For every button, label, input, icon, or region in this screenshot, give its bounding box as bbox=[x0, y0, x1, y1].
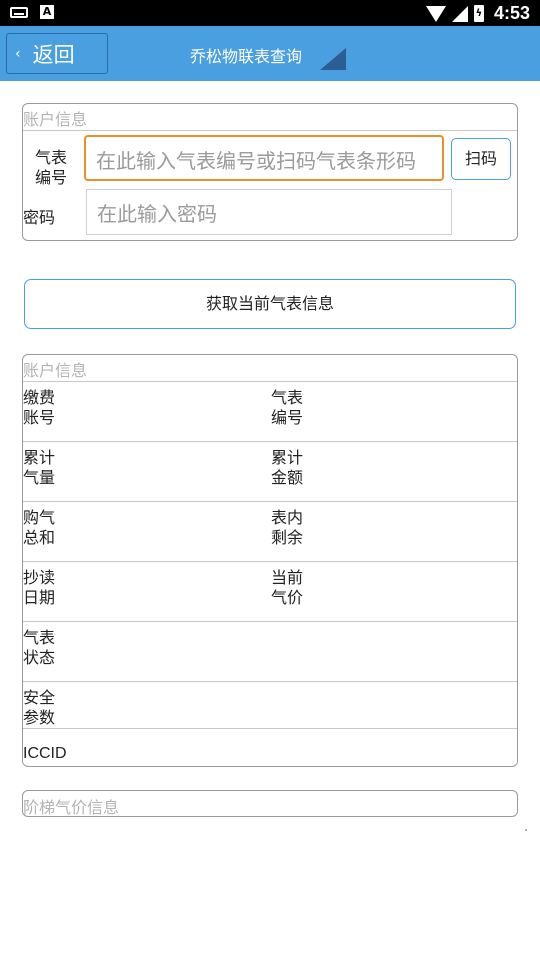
chevron-left-icon: ‹ bbox=[15, 45, 21, 62]
account-info-panel: 账户信息 缴费 账号 气表 编号 累计 气量 累计 金额 购气 总和 表内 剩余 抄读 日期 … bbox=[22, 354, 518, 767]
legend-divider bbox=[23, 130, 517, 131]
meter-status-label: 气表 状态 bbox=[23, 628, 56, 667]
page-title: 乔松物联表查询 bbox=[190, 47, 303, 66]
status-bar: A ϟ 4:53 bbox=[0, 0, 540, 26]
info-row-account-meter: 缴费 账号 气表 编号 bbox=[23, 381, 517, 441]
info-row-purchase: 购气 总和 表内 剩余 bbox=[23, 501, 517, 561]
keyboard-icon bbox=[10, 6, 28, 18]
total-purchase-label: 购气 总和 bbox=[23, 508, 56, 547]
dropdown-corner-icon[interactable] bbox=[320, 48, 346, 70]
password-label: 密码 bbox=[23, 208, 56, 227]
back-button[interactable]: ‹ 返回 bbox=[6, 33, 108, 74]
account-info-legend: 账户信息 bbox=[23, 361, 88, 380]
cumulative-amount-label: 累计 金额 bbox=[271, 448, 304, 487]
meter-number-input[interactable]: 在此输入气表编号或扫码气表条形码 bbox=[84, 135, 444, 181]
battery-charging-icon: ϟ bbox=[473, 5, 484, 22]
system-icons: ϟ 4:53 bbox=[425, 3, 530, 24]
app-bar: ‹ 返回 乔松物联表查询 bbox=[0, 26, 540, 81]
account-form-legend: 账户信息 bbox=[23, 110, 88, 129]
tier-price-panel: 阶梯气价信息 bbox=[22, 790, 518, 817]
info-row-cumulative: 累计 气量 累计 金额 bbox=[23, 441, 517, 501]
iccid-label: ICCID bbox=[23, 745, 67, 762]
meter-number-info-label: 气表 编号 bbox=[271, 388, 304, 427]
safety-params-label: 安全 参数 bbox=[23, 688, 56, 727]
scroll-indicator bbox=[525, 829, 527, 831]
a-app-icon: A bbox=[40, 5, 54, 19]
wifi-icon bbox=[425, 5, 446, 22]
back-button-label: 返回 bbox=[32, 42, 75, 67]
meter-number-label: 气表 编号 bbox=[35, 148, 68, 187]
scan-button[interactable]: 扫码 bbox=[451, 138, 511, 180]
clock: 4:53 bbox=[493, 3, 530, 23]
info-row-status: 气表 状态 bbox=[23, 621, 517, 681]
password-input[interactable]: 在此输入密码 bbox=[86, 189, 452, 235]
payment-account-label: 缴费 账号 bbox=[23, 388, 56, 427]
notification-icons: A bbox=[10, 5, 54, 19]
cumulative-volume-label: 累计 气量 bbox=[23, 448, 56, 487]
fetch-meter-info-button[interactable]: 获取当前气表信息 bbox=[24, 279, 516, 329]
info-row-iccid: ICCID bbox=[23, 728, 517, 766]
meter-remaining-label: 表内 剩余 bbox=[271, 508, 304, 547]
tier-price-legend: 阶梯气价信息 bbox=[23, 798, 120, 817]
signal-icon bbox=[451, 5, 468, 22]
reading-date-label: 抄读 日期 bbox=[23, 568, 56, 607]
current-price-label: 当前 气价 bbox=[271, 568, 304, 607]
account-form-panel: 账户信息 气表 编号 在此输入气表编号或扫码气表条形码 扫码 密码 在此输入密码 bbox=[22, 103, 518, 241]
info-row-reading: 抄读 日期 当前 气价 bbox=[23, 561, 517, 621]
